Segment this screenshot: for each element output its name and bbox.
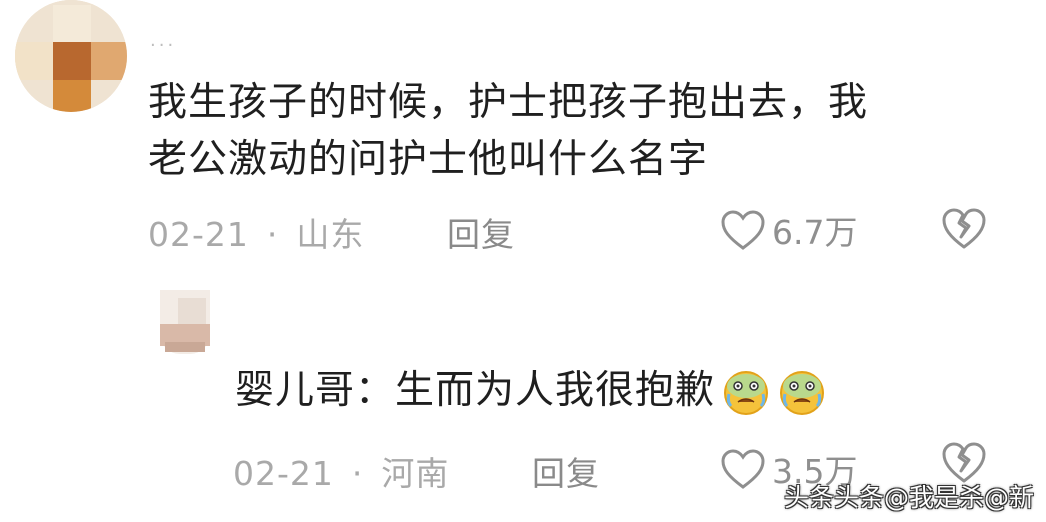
reply-avatar[interactable] (160, 290, 210, 354)
like-count: 6.7万 (772, 213, 858, 252)
crying-face-icon (777, 366, 827, 416)
comment-date: 02-21 (148, 215, 249, 254)
dislike-button[interactable] (940, 206, 988, 250)
comment-body: 我生孩子的时候，护士把孩子抱出去，我 老公激动的问护士他叫什么名字 (148, 74, 998, 188)
comment-meta: 02-21 · 山东 (148, 208, 364, 256)
reply-colon: ： (355, 368, 396, 413)
watermark: 头条头条@我是杀@新 (783, 483, 1034, 512)
reply-text: 生而为人我很抱歉 (395, 368, 716, 413)
avatar-mosaic (15, 0, 127, 112)
heart-icon (720, 448, 766, 490)
comment-line-1: 我生孩子的时候，护士把孩子抱出去，我 (148, 80, 869, 125)
reply-date: 02-21 (233, 454, 334, 493)
reply-button[interactable]: 回复 (447, 208, 515, 256)
reply-body: 婴儿哥：生而为人我很抱歉 (235, 362, 915, 419)
reply-meta: 02-21 · 河南 (233, 447, 449, 495)
heart-icon (720, 209, 766, 251)
meta-separator: · (266, 215, 279, 254)
reply-reply-button[interactable]: 回复 (532, 447, 600, 495)
avatar[interactable] (10, 0, 127, 125)
like-button[interactable]: 6.7万 (720, 206, 857, 254)
more-indicator: ... (150, 30, 177, 51)
reply-author[interactable]: 婴儿哥 (235, 362, 355, 419)
comment-location: 山东 (296, 215, 365, 254)
comment-line-2: 老公激动的问护士他叫什么名字 (148, 137, 709, 182)
crying-face-icon (721, 366, 771, 416)
meta-separator: · (351, 454, 364, 493)
reply-location: 河南 (381, 454, 450, 493)
broken-heart-icon (940, 206, 988, 250)
